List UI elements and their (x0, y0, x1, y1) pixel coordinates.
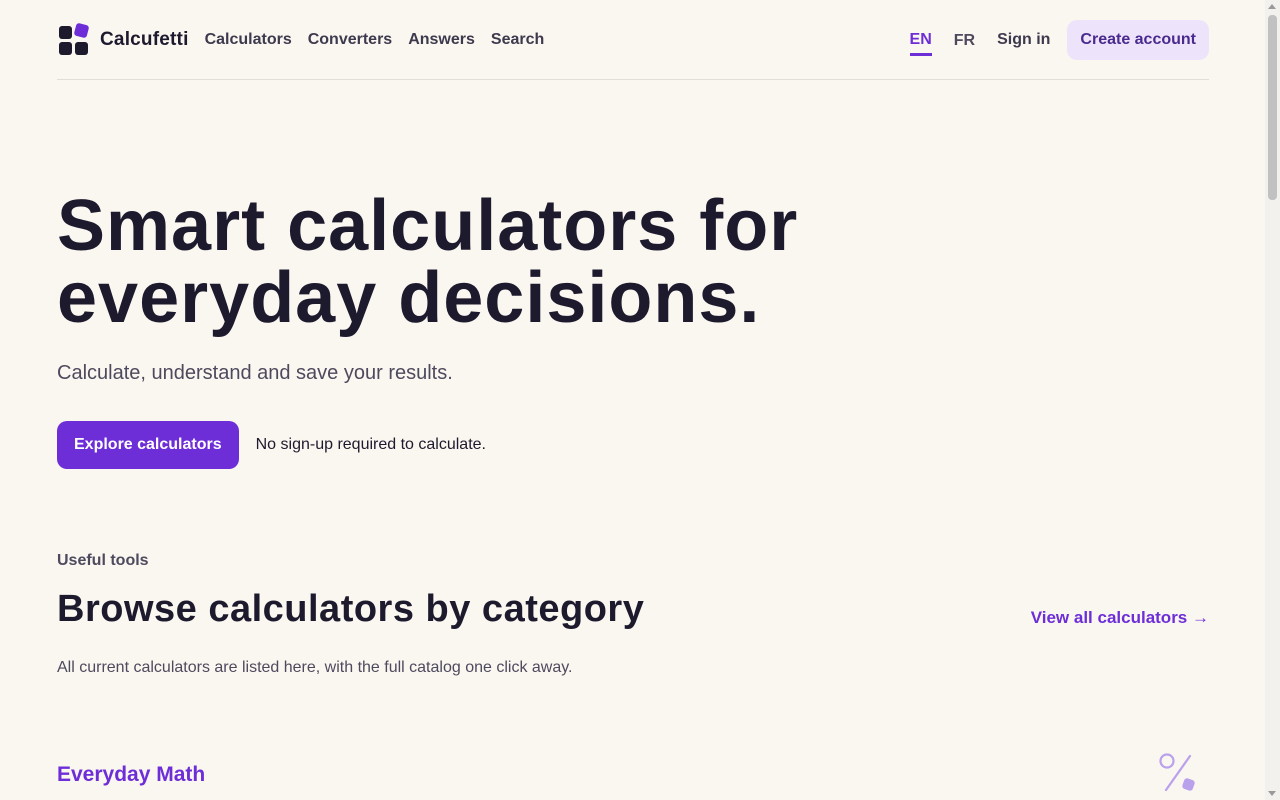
vertical-scrollbar[interactable] (1265, 0, 1280, 800)
logo-link[interactable]: Calcufetti (57, 22, 189, 56)
scrollbar-thumb[interactable] (1268, 15, 1277, 200)
hero-cta-row: Explore calculators No sign-up required … (57, 421, 486, 469)
primary-nav: Calcufetti Calculators Converters Answer… (57, 22, 560, 56)
hero-title-line-2: everyday decisions. (57, 258, 761, 338)
nav-converters[interactable]: Converters (308, 31, 392, 49)
nav-search[interactable]: Search (491, 31, 544, 49)
explore-calculators-button[interactable]: Explore calculators (57, 421, 239, 469)
hero-title-line-1: Smart calculators for (57, 186, 799, 266)
logo-icon (57, 22, 90, 56)
sign-in-link[interactable]: Sign in (997, 31, 1050, 49)
nav-calculators[interactable]: Calculators (205, 31, 292, 49)
create-account-button[interactable]: Create account (1067, 19, 1209, 60)
section-eyebrow: Useful tools (57, 552, 149, 569)
page: Calcufetti Calculators Converters Answer… (57, 0, 1209, 792)
site-header: Calcufetti Calculators Converters Answer… (57, 0, 1209, 80)
hero-subtitle: Calculate, understand and save your resu… (57, 362, 453, 384)
section-description: All current calculators are listed here,… (57, 659, 573, 676)
section-title: Browse calculators by category (57, 588, 645, 630)
percent-icon (1159, 753, 1195, 792)
scroll-down-arrow-icon[interactable] (1268, 791, 1276, 796)
nav-answers[interactable]: Answers (408, 31, 475, 49)
language-en[interactable]: EN (909, 24, 932, 56)
cta-note: No sign-up required to calculate. (255, 436, 486, 453)
language-fr[interactable]: FR (954, 25, 975, 54)
account-nav: EN FR Sign in Create account (909, 19, 1209, 60)
brand-name: Calcufetti (100, 28, 189, 50)
scroll-up-arrow-icon[interactable] (1268, 4, 1276, 9)
hero-title: Smart calculators for everyday decisions… (57, 190, 798, 334)
view-all-calculators-link[interactable]: View all calculators → (1031, 608, 1209, 628)
category-title-everyday-math: Everyday Math (57, 763, 206, 786)
